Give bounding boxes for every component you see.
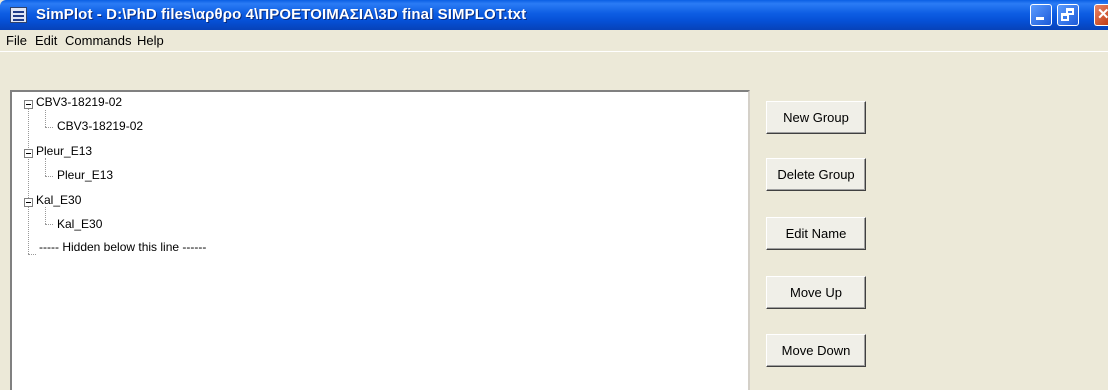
close-button[interactable]: ✕ (1094, 4, 1108, 26)
title-bar[interactable]: SimPlot - D:\PhD files\αρθρο 4\ΠΡΟΕΤΟΙΜΑ… (0, 0, 1108, 30)
edit-name-button[interactable]: Edit Name (766, 217, 866, 250)
menu-edit[interactable]: Edit (35, 33, 57, 48)
menu-file[interactable]: File (6, 33, 27, 48)
move-down-button[interactable]: Move Down (766, 334, 866, 367)
minimize-button[interactable] (1030, 4, 1052, 26)
collapse-icon[interactable] (24, 100, 33, 109)
simplot-app-icon[interactable] (10, 7, 27, 23)
delete-group-button[interactable]: Delete Group (766, 158, 866, 191)
tree-group-node[interactable]: CBV3-18219-02 (36, 95, 122, 109)
collapse-icon[interactable] (24, 149, 33, 158)
group-tree[interactable]: CBV3-18219-02 CBV3-18219-02 Pleur_E13 Pl… (10, 90, 750, 390)
move-up-button[interactable]: Move Up (766, 276, 866, 309)
menu-commands[interactable]: Commands (65, 33, 131, 48)
tree-child-node[interactable]: Kal_E30 (57, 217, 102, 231)
hidden-below-separator[interactable]: ----- Hidden below this line ------ (39, 240, 206, 254)
tree-group-node[interactable]: Kal_E30 (36, 193, 81, 207)
menu-help[interactable]: Help (137, 33, 164, 48)
close-icon: ✕ (1097, 6, 1108, 23)
tree-group-node[interactable]: Pleur_E13 (36, 144, 92, 158)
tree-child-node[interactable]: CBV3-18219-02 (57, 119, 143, 133)
restore-button[interactable] (1057, 4, 1079, 26)
tree-child-node[interactable]: Pleur_E13 (57, 168, 113, 182)
tree-connector (28, 104, 29, 254)
window-title: SimPlot - D:\PhD files\αρθρο 4\ΠΡΟΕΤΟΙΜΑ… (36, 6, 527, 23)
minimize-icon (1036, 17, 1044, 20)
menu-bar: File Edit Commands Help (0, 30, 1108, 52)
collapse-icon[interactable] (24, 198, 33, 207)
new-group-button[interactable]: New Group (766, 101, 866, 134)
